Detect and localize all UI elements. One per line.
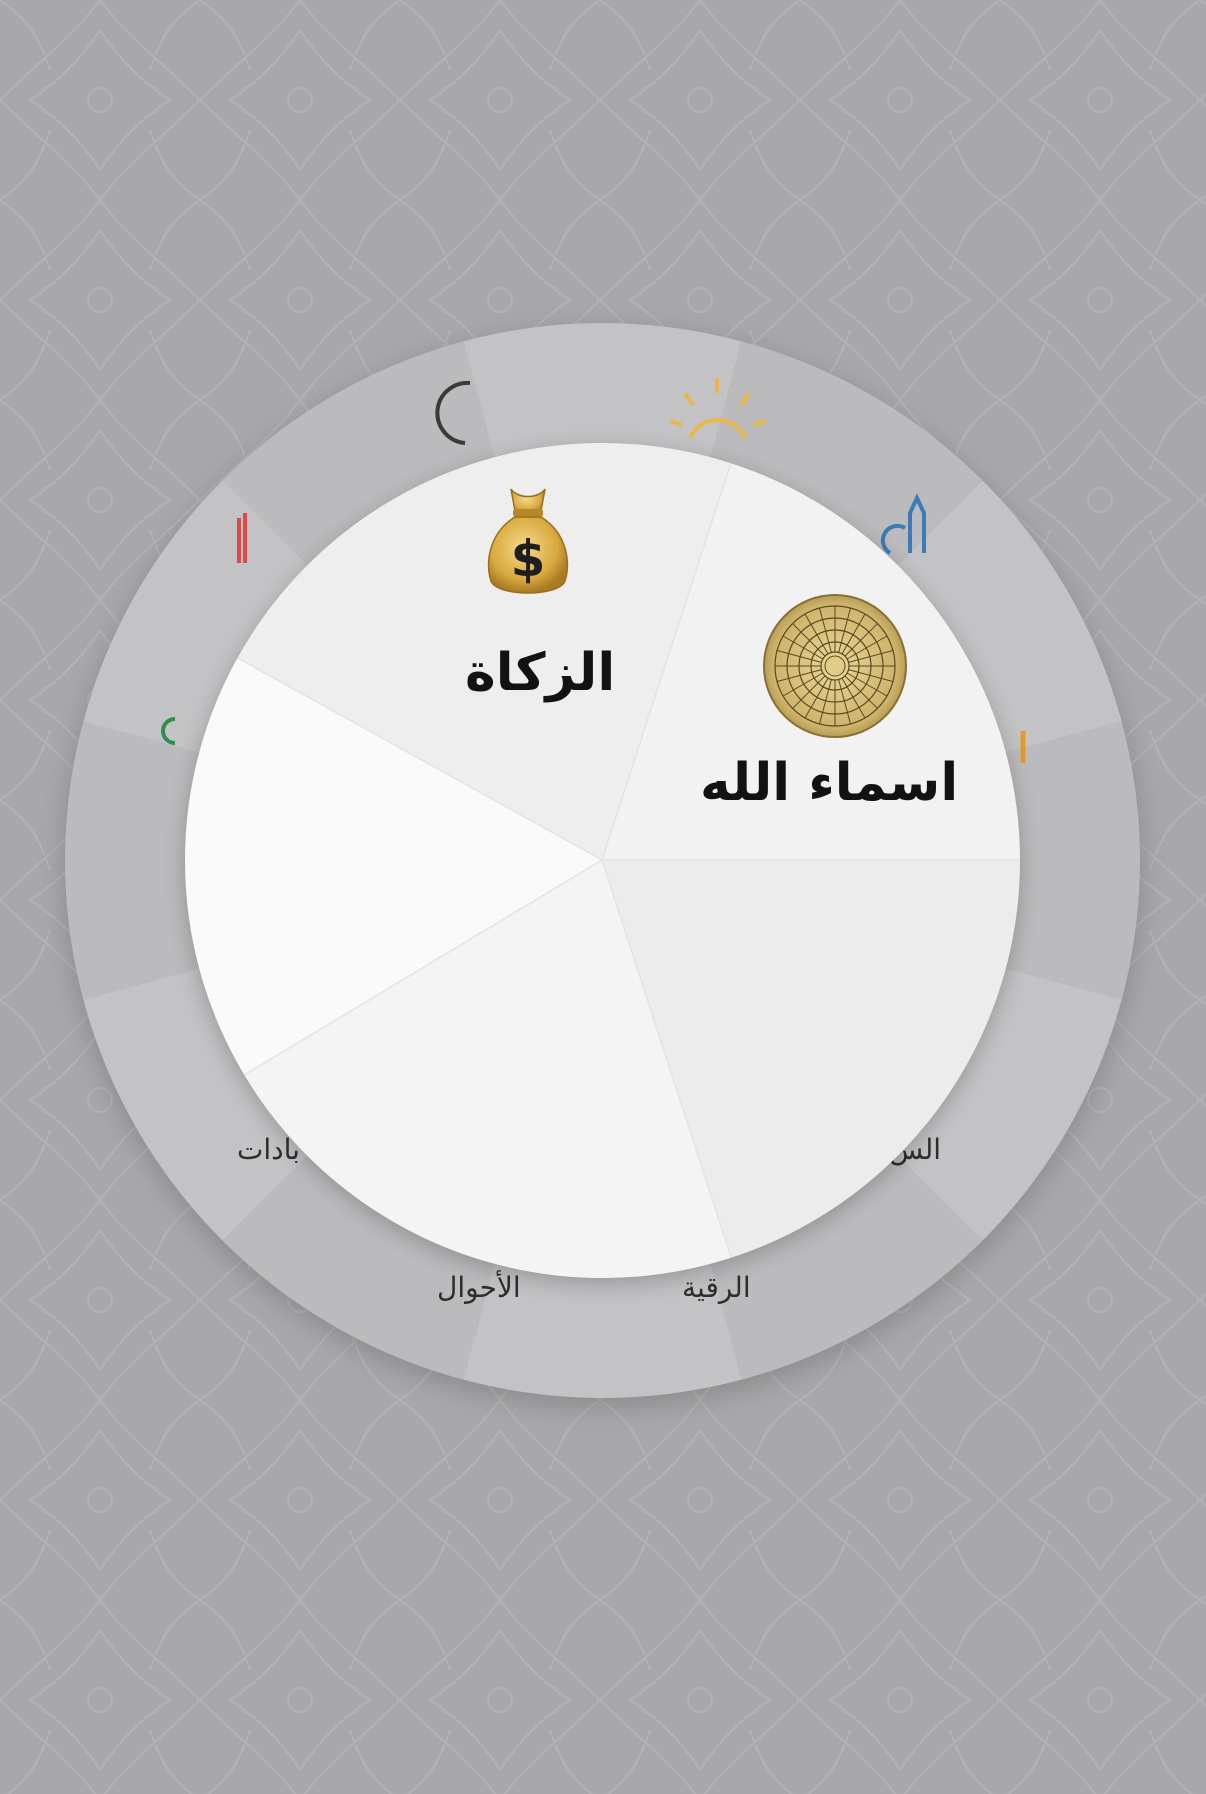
allah-names-medallion-icon (763, 594, 907, 738)
money-bag-icon: $ (487, 488, 569, 594)
inner-wheel-menu: $ الزكاة اسماء الله (185, 443, 1020, 1278)
svg-text:$: $ (511, 530, 546, 588)
inner-wheel-segments (185, 443, 1020, 1278)
screen: الرقية الأحوال بادات الس $ (0, 0, 1206, 1794)
inner-item-zakat-label[interactable]: الزكاة (465, 643, 615, 703)
inner-item-asma-allah-label[interactable]: اسماء الله (700, 753, 958, 813)
